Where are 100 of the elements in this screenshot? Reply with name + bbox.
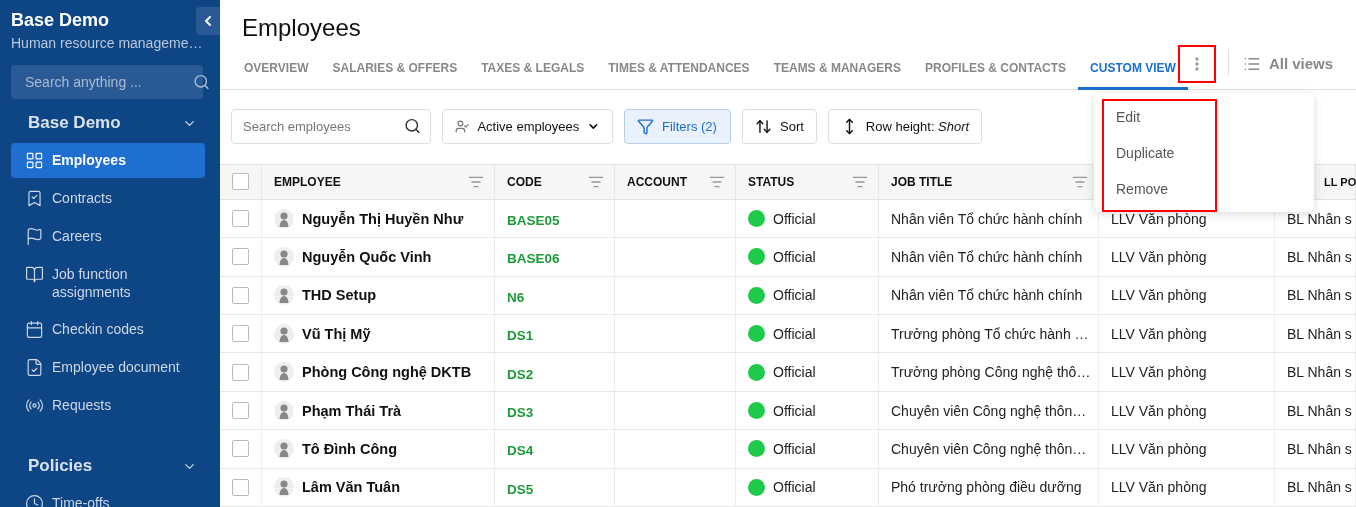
table-cell: BL Nhân s xyxy=(1275,276,1356,316)
view-tab[interactable]: OVERVIEW xyxy=(232,60,321,90)
avatar-icon xyxy=(274,400,294,421)
nav-item-label: Careers xyxy=(52,227,102,245)
table-cell: Chuyên viên Công nghệ thôn… xyxy=(879,430,1099,469)
view-tab[interactable]: TIMES & ATTENDANCES xyxy=(596,60,762,90)
table-cell: LLV Văn phòng xyxy=(1099,315,1275,354)
column-header: EMPLOYEE xyxy=(274,174,341,189)
table-cell: LLV Văn phòng xyxy=(1099,238,1275,277)
avatar-icon xyxy=(274,323,294,344)
status-text: Official xyxy=(773,364,816,381)
row-checkbox[interactable] xyxy=(232,478,249,496)
employee-code: DS5 xyxy=(507,481,534,497)
column-header: STATUS xyxy=(748,174,795,189)
employee-name: Vũ Thị Mỹ xyxy=(302,325,371,342)
employee-search-field[interactable]: Search employees xyxy=(231,108,431,144)
collapse-button[interactable] xyxy=(196,7,220,35)
row-checkbox[interactable] xyxy=(232,210,249,228)
status-text: Official xyxy=(773,248,816,265)
table-cell: BL Nhân s xyxy=(1275,430,1356,469)
table-cell: BL Nhân s xyxy=(1275,315,1356,354)
table-cell: BL Nhân s xyxy=(1275,468,1356,507)
column-header: CODE xyxy=(507,174,542,189)
row-height-button[interactable]: Row height: Short xyxy=(827,108,983,144)
avatar-icon xyxy=(274,208,294,229)
column-header: LL PO xyxy=(1324,175,1356,188)
view-tab[interactable]: TEAMS & MANAGERS xyxy=(761,60,913,90)
page-title: Employees xyxy=(242,14,361,42)
flag-icon xyxy=(25,227,44,246)
view-tab[interactable]: SALARIES & OFFERS xyxy=(320,60,470,90)
avatar-icon xyxy=(274,246,294,267)
employee-name: Nguyễn Thị Huyền Như xyxy=(302,210,464,227)
row-checkbox[interactable] xyxy=(232,248,249,266)
avatar-icon xyxy=(274,362,294,383)
view-tab[interactable]: CUSTOM VIEW xyxy=(1078,60,1188,90)
sidebar-search-field[interactable]: Search anything ... xyxy=(11,65,203,99)
more-button[interactable] xyxy=(1177,44,1216,83)
employee-code: DS4 xyxy=(507,443,534,459)
row-checkbox[interactable] xyxy=(232,363,249,381)
nav-item[interactable]: Checkin codes xyxy=(11,312,205,347)
sort-button[interactable]: Sort xyxy=(742,108,817,144)
table-cell: Trưởng phòng Công nghệ thô… xyxy=(879,353,1099,392)
employee-name: Phòng Công nghệ DKTB xyxy=(302,364,472,381)
view-tab[interactable]: TAXES & LEGALS xyxy=(469,60,597,90)
employee-code: BASE06 xyxy=(507,251,560,267)
status-text: Official xyxy=(773,479,816,496)
nav-item-label: Checkin codes xyxy=(52,320,144,338)
document-icon xyxy=(25,358,44,377)
status-text: Official xyxy=(773,325,816,342)
app-title: Base Demo xyxy=(11,10,110,31)
nav-item[interactable]: Employee document xyxy=(11,350,205,385)
row-checkbox[interactable] xyxy=(232,325,249,343)
bookmark-icon xyxy=(25,189,44,208)
more-icon xyxy=(1194,56,1199,71)
nav-group-title: Policies xyxy=(28,456,93,476)
sort-icon xyxy=(755,117,772,135)
column-header: ACCOUNT xyxy=(627,174,687,189)
status-text: Official xyxy=(773,402,816,419)
employee-name: Tô Đình Công xyxy=(302,440,398,457)
filter-icon xyxy=(637,117,654,135)
employee-name: Nguyễn Quốc Vinh xyxy=(302,248,432,265)
nav-group-title: Base Demo xyxy=(28,113,121,133)
grid-icon xyxy=(25,151,44,170)
menu-item[interactable]: Edit xyxy=(1116,108,1141,127)
search-icon xyxy=(404,117,421,135)
broadcast-icon xyxy=(25,396,44,415)
table-cell: Trưởng phòng Tổ chức hành … xyxy=(879,315,1099,354)
column-header: JOB TITLE xyxy=(891,174,953,189)
all-views-button[interactable]: All views xyxy=(1242,54,1334,89)
nav-item-label: Employee document xyxy=(52,358,180,376)
employee-name: Lâm Văn Tuân xyxy=(302,479,401,496)
nav-item[interactable]: Job function assignments xyxy=(11,257,205,309)
calendar-icon xyxy=(25,320,44,339)
table-cell: BL Nhân s xyxy=(1275,238,1356,277)
avatar-icon xyxy=(274,438,294,459)
nav-item[interactable]: Careers xyxy=(11,219,205,254)
table-cell: Nhân viên Tổ chức hành chính xyxy=(879,276,1099,316)
nav-item[interactable]: Employees xyxy=(11,143,205,178)
table-cell: LLV Văn phòng xyxy=(1099,430,1275,469)
nav-item[interactable]: Contracts xyxy=(11,181,205,216)
table-cell: LLV Văn phòng xyxy=(1099,353,1275,392)
row-checkbox[interactable] xyxy=(232,402,249,419)
select-all-checkbox[interactable] xyxy=(232,173,249,191)
status-text: Official xyxy=(773,440,816,457)
employee-code: DS2 xyxy=(507,366,534,382)
table-cell: BL Nhân s xyxy=(1275,391,1356,431)
book-icon xyxy=(25,265,44,284)
view-tab[interactable]: PROFILES & CONTACTS xyxy=(912,60,1079,90)
employee-code: DS3 xyxy=(507,405,534,420)
active-employees-dropdown[interactable]: Active employees xyxy=(442,108,613,144)
employee-code: DS1 xyxy=(507,328,534,344)
nav-item[interactable]: Requests xyxy=(11,388,205,423)
table-cell: LLV Văn phòng xyxy=(1099,468,1275,507)
row-checkbox[interactable] xyxy=(232,440,249,458)
menu-item[interactable]: Remove xyxy=(1116,180,1169,199)
row-checkbox[interactable] xyxy=(232,286,249,304)
table-cell: LLV Văn phòng xyxy=(1099,276,1275,316)
filters-button[interactable]: Filters (2) xyxy=(624,108,731,144)
menu-item[interactable]: Duplicate xyxy=(1116,144,1175,163)
avatar-icon xyxy=(274,477,294,498)
